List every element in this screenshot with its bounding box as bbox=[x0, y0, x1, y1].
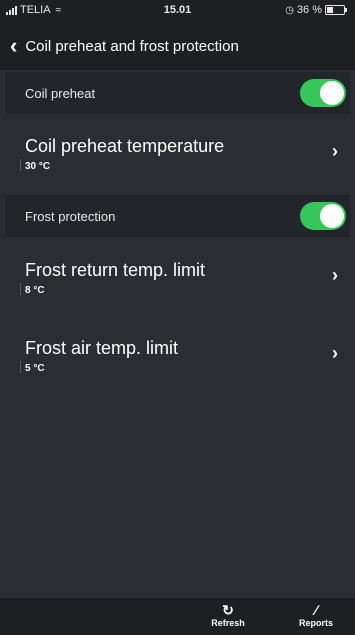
setting-value: 30 °C bbox=[25, 161, 51, 172]
bottom-toolbar: ↻ Refresh ∕ Reports bbox=[0, 598, 355, 635]
status-right: ◷ 36 % bbox=[285, 4, 347, 16]
chevron-right-icon: › bbox=[332, 141, 338, 161]
setting-coil-preheat-temperature[interactable]: Coil preheat temperature 30 °C › bbox=[5, 114, 350, 194]
chevron-right-icon: › bbox=[332, 343, 338, 363]
battery-percent: 36 % bbox=[296, 4, 322, 16]
reports-label: Reports bbox=[298, 618, 333, 628]
battery-icon bbox=[325, 5, 347, 15]
refresh-icon: ↻ bbox=[222, 602, 234, 618]
setting-title: Frost air temp. limit bbox=[25, 338, 179, 358]
status-bar: TELIA ≈ 15.01 ◷ 36 % bbox=[0, 0, 355, 22]
chevron-left-icon: ‹ bbox=[10, 33, 18, 58]
setting-frost-return-temp-limit[interactable]: Frost return temp. limit 8 °C › bbox=[5, 238, 350, 316]
value-tick bbox=[20, 159, 21, 171]
chevron-right-icon: › bbox=[332, 265, 338, 285]
toggle-knob bbox=[320, 204, 344, 228]
value-tick bbox=[20, 283, 21, 295]
page-title: Coil preheat and frost protection bbox=[25, 37, 239, 55]
nav-bar: ‹ Coil preheat and frost protection bbox=[0, 22, 355, 70]
setting-frost-air-temp-limit[interactable]: Frost air temp. limit 5 °C › bbox=[5, 316, 350, 394]
setting-value: 5 °C bbox=[25, 363, 45, 374]
setting-title: Frost return temp. limit bbox=[25, 260, 206, 280]
refresh-button[interactable]: ↻ Refresh bbox=[200, 602, 256, 628]
setting-title: Coil preheat temperature bbox=[25, 136, 225, 156]
coil-preheat-row: Coil preheat bbox=[5, 72, 350, 114]
reports-button[interactable]: ∕ Reports bbox=[288, 602, 344, 628]
toggle-knob bbox=[320, 81, 344, 105]
frost-protection-toggle[interactable] bbox=[300, 202, 346, 230]
frost-protection-row: Frost protection bbox=[5, 195, 350, 237]
coil-preheat-toggle[interactable] bbox=[300, 79, 346, 107]
pencil-icon: ∕ bbox=[314, 602, 318, 618]
back-button[interactable]: ‹ Coil preheat and frost protection bbox=[0, 35, 239, 57]
value-tick bbox=[20, 361, 21, 373]
alarm-icon: ◷ bbox=[285, 4, 294, 16]
setting-value: 8 °C bbox=[25, 285, 45, 296]
frost-protection-label: Frost protection bbox=[25, 208, 116, 224]
coil-preheat-label: Coil preheat bbox=[25, 85, 96, 101]
refresh-label: Refresh bbox=[211, 618, 245, 628]
